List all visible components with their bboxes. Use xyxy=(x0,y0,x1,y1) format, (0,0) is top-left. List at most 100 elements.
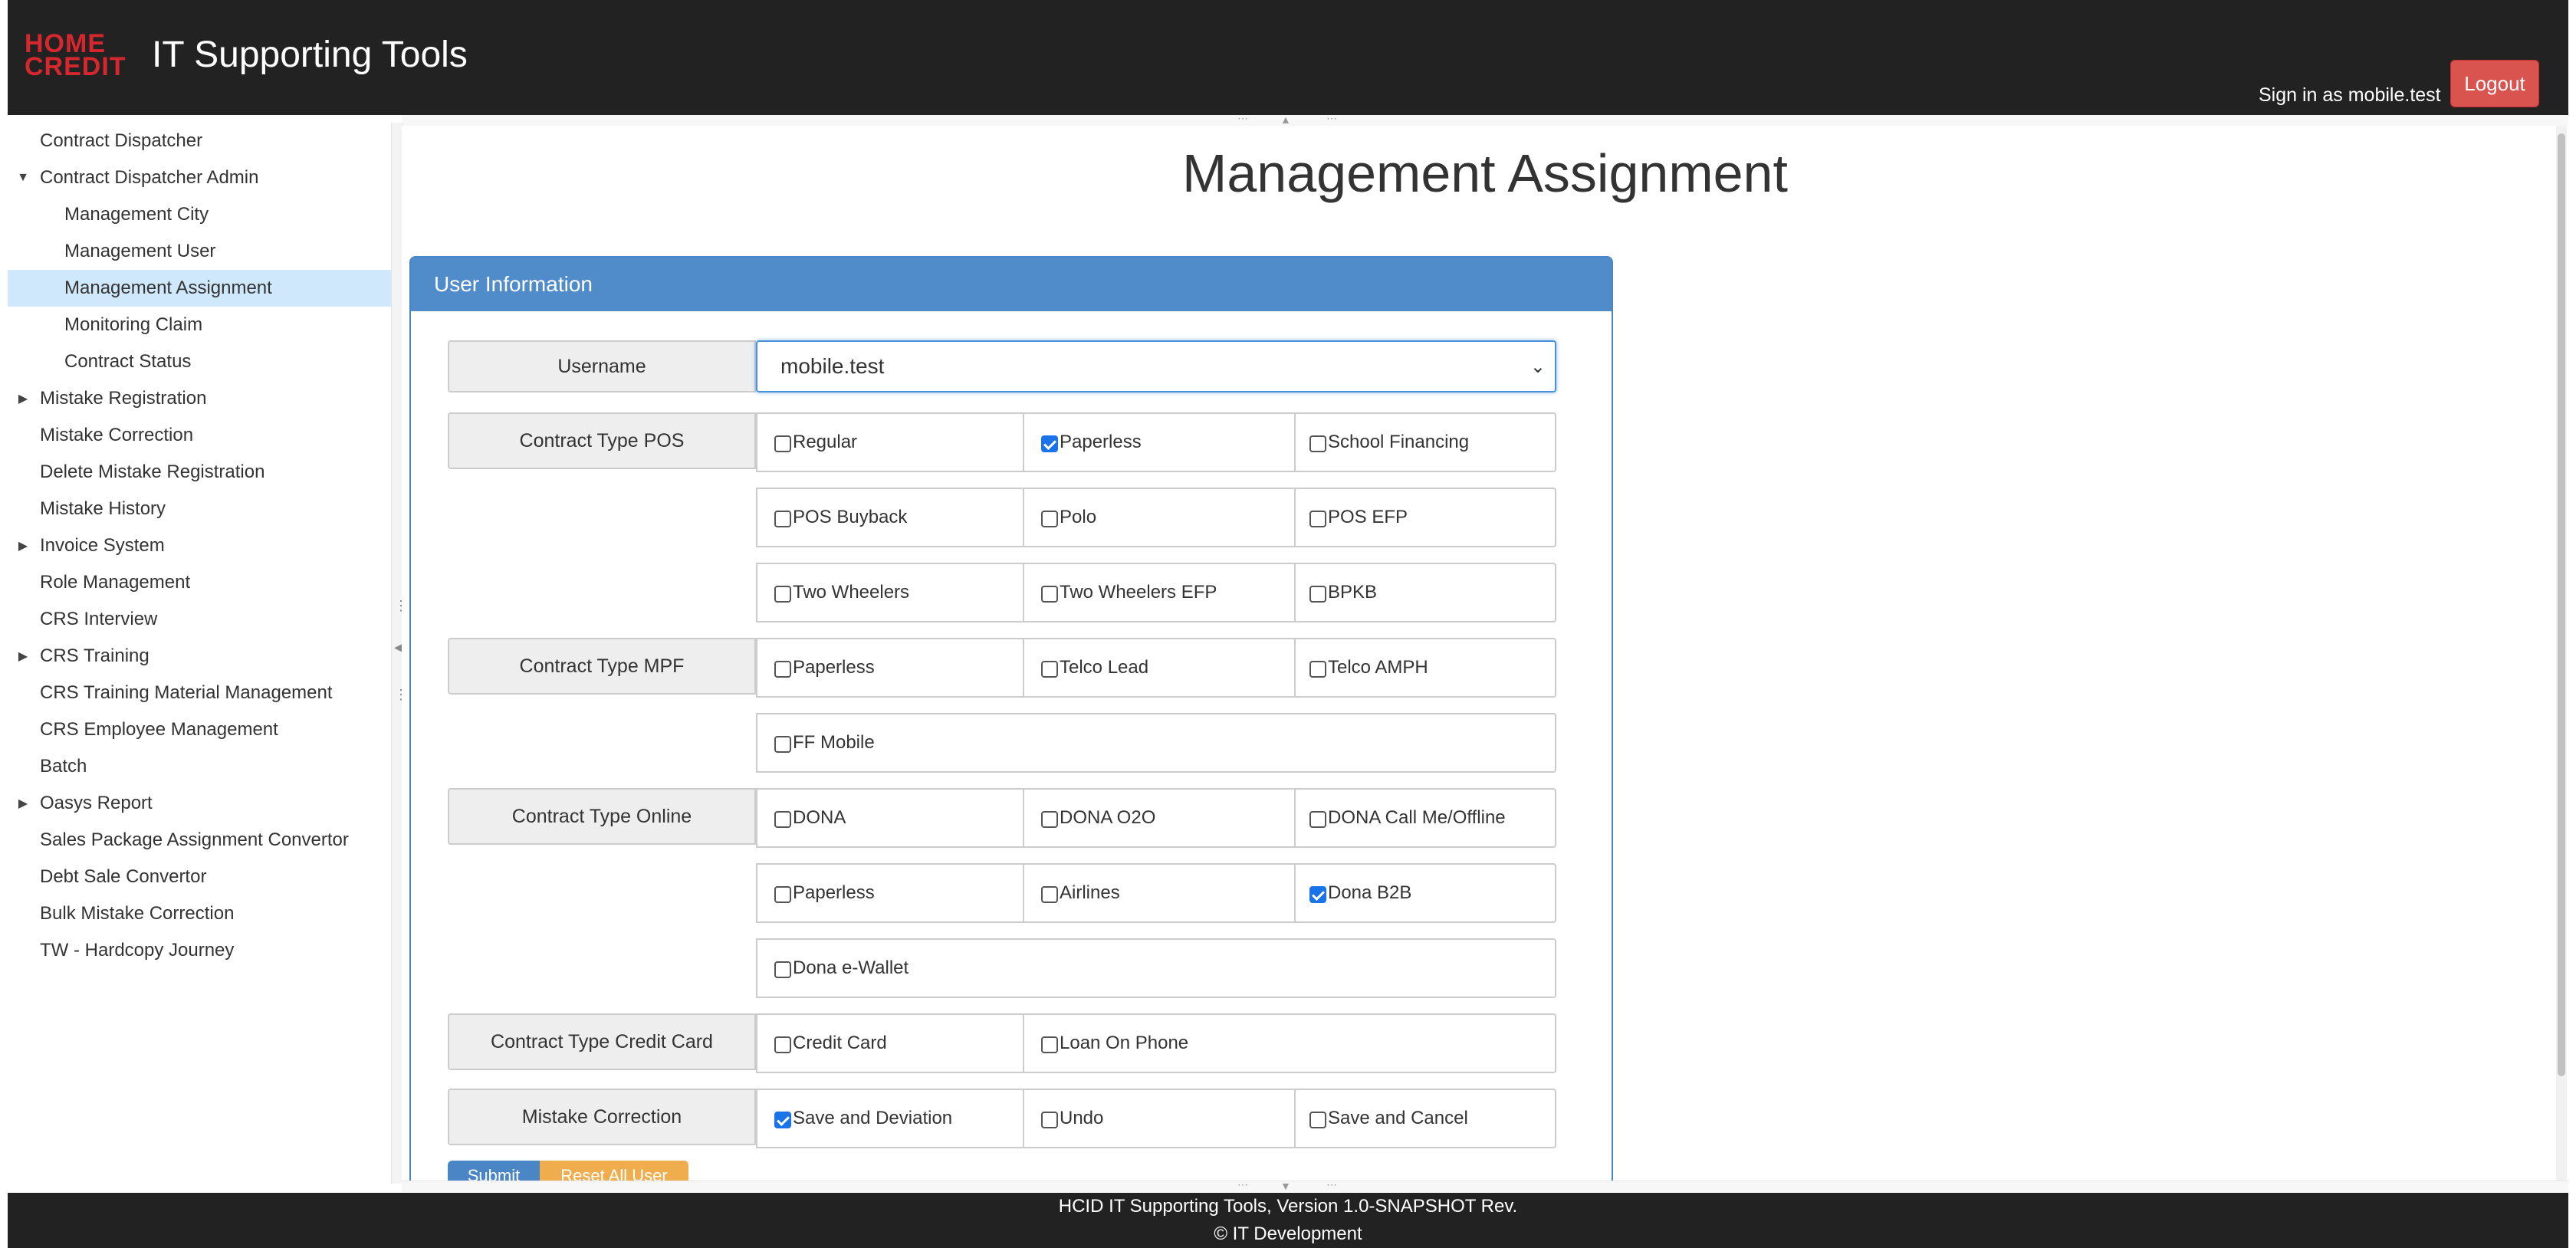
sidebar-item-label: Sales Package Assignment Convertor xyxy=(40,829,349,850)
checkbox-option[interactable]: POS EFP xyxy=(1309,489,1408,546)
sidebar-item[interactable]: TW - Hardcopy Journey xyxy=(8,932,391,969)
sidebar-item[interactable]: Contract Dispatcher xyxy=(8,123,391,159)
cell-divider xyxy=(1294,639,1296,696)
checkbox-option[interactable]: Undo xyxy=(1041,1090,1103,1147)
sidebar-item[interactable]: ▶ Mistake Registration xyxy=(8,380,391,417)
sidebar-item[interactable]: ▼ Contract Dispatcher Admin xyxy=(8,159,391,196)
checkbox-unchecked[interactable] xyxy=(774,736,791,753)
sidebar-item[interactable]: Monitoring Claim xyxy=(8,307,391,343)
checkbox-label: Paperless xyxy=(1060,432,1142,452)
checkbox-option[interactable]: Paperless xyxy=(774,865,875,921)
sidebar-item-label: Management User xyxy=(64,241,216,261)
checkbox-option[interactable]: Telco AMPH xyxy=(1309,639,1428,696)
checkbox-option[interactable]: DONA O2O xyxy=(1041,790,1155,846)
logout-button[interactable]: Logout xyxy=(2450,60,2539,107)
checkbox-option[interactable]: Two Wheelers xyxy=(774,564,909,621)
checkbox-option[interactable]: DONA Call Me/Offline xyxy=(1309,790,1506,846)
checkbox-unchecked[interactable] xyxy=(1041,1036,1058,1053)
checkbox-unchecked[interactable] xyxy=(774,961,791,978)
sidebar-item[interactable]: Sales Package Assignment Convertor xyxy=(8,822,391,859)
checkbox-unchecked[interactable] xyxy=(774,586,791,603)
home-credit-logo[interactable]: HOME CREDIT xyxy=(25,31,132,80)
checkbox-unchecked[interactable] xyxy=(774,435,791,452)
collapsed-arrow-icon[interactable]: ▶ xyxy=(17,796,29,811)
expanded-arrow-icon[interactable]: ▼ xyxy=(17,171,29,185)
checkbox-unchecked[interactable] xyxy=(1309,811,1326,828)
collapsed-arrow-icon[interactable]: ▶ xyxy=(17,391,29,406)
checkbox-unchecked[interactable] xyxy=(774,661,791,678)
submit-button[interactable]: Submit xyxy=(448,1161,540,1181)
sidebar-item[interactable]: ▶ Oasys Report xyxy=(8,785,391,822)
collapse-down-icon[interactable]: ▼ xyxy=(1280,1180,1291,1192)
checkbox-option[interactable]: Paperless xyxy=(774,639,875,696)
checkbox-option[interactable]: Regular xyxy=(774,414,857,471)
sidebar-item[interactable]: Contract Status xyxy=(8,343,391,380)
collapsed-arrow-icon[interactable]: ▶ xyxy=(17,538,29,553)
reset-all-user-button[interactable]: Reset All User xyxy=(540,1161,688,1181)
sidebar-item[interactable]: Bulk Mistake Correction xyxy=(8,895,391,932)
checkbox-option[interactable]: FF Mobile xyxy=(774,714,875,771)
checkbox-option[interactable]: Dona e-Wallet xyxy=(774,940,909,997)
checkbox-unchecked[interactable] xyxy=(1041,811,1058,828)
checkbox-unchecked[interactable] xyxy=(774,1036,791,1053)
sidebar-item[interactable]: Debt Sale Convertor xyxy=(8,859,391,895)
checkbox-option[interactable]: Telco Lead xyxy=(1041,639,1148,696)
checkbox-option[interactable]: POS Buyback xyxy=(774,489,907,546)
sidebar-item[interactable]: CRS Interview xyxy=(8,601,391,638)
sidebar-item[interactable]: ▶ Invoice System xyxy=(8,527,391,564)
checkbox-unchecked[interactable] xyxy=(1309,1112,1326,1128)
checkbox-option[interactable]: Loan On Phone xyxy=(1041,1015,1188,1072)
group-label: Mistake Correction xyxy=(448,1089,756,1145)
sidebar-item[interactable]: Management City xyxy=(8,196,391,233)
checkbox-unchecked[interactable] xyxy=(1041,1112,1058,1128)
checkbox-option[interactable]: Dona B2B xyxy=(1309,865,1411,921)
checkbox-checked[interactable] xyxy=(774,1112,791,1128)
layout-top-resizer[interactable]: ⋯ ▲ ⋯ xyxy=(402,112,2568,126)
checkbox-unchecked[interactable] xyxy=(1309,511,1326,527)
checkbox-option[interactable]: Credit Card xyxy=(774,1015,887,1072)
sidebar-item[interactable]: Batch xyxy=(8,748,391,785)
cell-divider xyxy=(1294,564,1296,621)
checkbox-checked[interactable] xyxy=(1309,886,1326,903)
sidebar-item[interactable]: Delete Mistake Registration xyxy=(8,454,391,491)
checkbox-option[interactable]: Two Wheelers EFP xyxy=(1041,564,1217,621)
checkbox-unchecked[interactable] xyxy=(774,811,791,828)
cell-divider xyxy=(1294,865,1296,921)
collapse-up-icon[interactable]: ▲ xyxy=(1280,113,1291,126)
checkbox-unchecked[interactable] xyxy=(1041,886,1058,903)
checkbox-option[interactable]: Save and Deviation xyxy=(774,1090,952,1147)
checkbox-unchecked[interactable] xyxy=(1309,661,1326,678)
sidebar-item[interactable]: Management Assignment xyxy=(8,270,391,307)
checkbox-unchecked[interactable] xyxy=(1041,586,1058,603)
checkbox-option[interactable]: Airlines xyxy=(1041,865,1120,921)
sidebar-item[interactable]: CRS Training Material Management xyxy=(8,675,391,711)
checkbox-unchecked[interactable] xyxy=(1041,511,1058,527)
sidebar-item[interactable]: Management User xyxy=(8,233,391,270)
scrollbar-thumb[interactable] xyxy=(2558,133,2565,1076)
collapsed-arrow-icon[interactable]: ▶ xyxy=(17,649,29,664)
checkbox-unchecked[interactable] xyxy=(1309,435,1326,452)
layout-bottom-resizer[interactable]: ⋯ ▼ ⋯ xyxy=(402,1178,2568,1192)
sidebar-item-label: Invoice System xyxy=(40,535,165,556)
checkbox-unchecked[interactable] xyxy=(1309,586,1326,603)
sidebar-item[interactable]: Role Management xyxy=(8,564,391,601)
sidebar-item[interactable]: ▶ CRS Training xyxy=(8,638,391,675)
checkbox-option[interactable]: Paperless xyxy=(1041,414,1142,471)
checkbox-option[interactable]: DONA xyxy=(774,790,846,846)
sidebar-item[interactable]: Mistake Correction xyxy=(8,417,391,454)
sidebar-item[interactable]: Mistake History xyxy=(8,491,391,527)
cell-divider xyxy=(1294,489,1296,546)
signed-in-user: Sign in as mobile.test xyxy=(2259,84,2441,106)
checkbox-unchecked[interactable] xyxy=(1041,661,1058,678)
checkbox-option[interactable]: School Financing xyxy=(1309,414,1469,471)
checkbox-option[interactable]: Save and Cancel xyxy=(1309,1090,1468,1147)
main-scrollbar[interactable] xyxy=(2556,126,2567,1181)
checkbox-unchecked[interactable] xyxy=(774,511,791,527)
checkbox-option[interactable]: BPKB xyxy=(1309,564,1377,621)
checkbox-option[interactable]: Polo xyxy=(1041,489,1096,546)
checkbox-label: Telco Lead xyxy=(1060,657,1149,678)
checkbox-checked[interactable] xyxy=(1041,435,1058,452)
sidebar-item[interactable]: CRS Employee Management xyxy=(8,711,391,748)
checkbox-unchecked[interactable] xyxy=(774,886,791,903)
username-select[interactable]: mobile.test ⌄ xyxy=(756,340,1556,392)
